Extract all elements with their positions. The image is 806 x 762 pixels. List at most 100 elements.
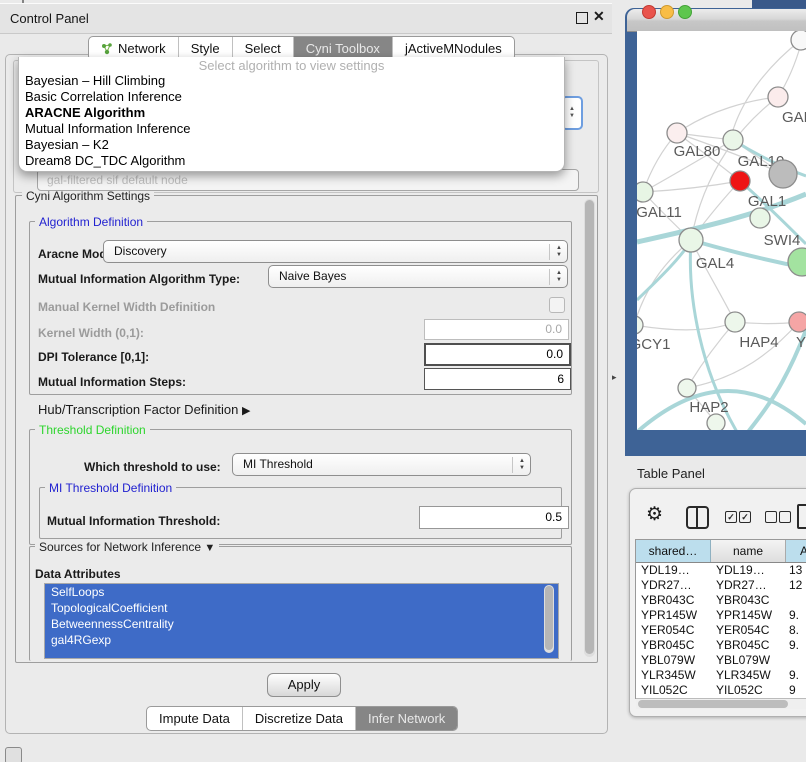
manual-kernel-checkbox[interactable]	[549, 297, 565, 313]
table-row[interactable]: YBR043CYBR043C	[636, 593, 806, 608]
tab-infer-network[interactable]: Infer Network	[355, 707, 457, 730]
mi-threshold-group-title: MI Threshold Definition	[45, 481, 176, 495]
data-attributes-list[interactable]: SelfLoopsTopologicalCoefficientBetweenne…	[44, 583, 559, 659]
hub-label-text: Hub/Transcription Factor Definition	[38, 402, 238, 417]
network-node-gal80[interactable]	[667, 123, 687, 143]
close-icon[interactable]: ✕	[593, 8, 605, 25]
node-label-y: Y	[796, 334, 806, 351]
aracne-mode-combo[interactable]: Discovery ▲▼	[103, 240, 568, 263]
network-edge[interactable]	[643, 181, 740, 192]
deselect-all-checkbox-icon[interactable]	[779, 511, 791, 523]
float-window-icon[interactable]	[576, 12, 588, 24]
mi-threshold-field[interactable]: 0.5	[419, 506, 569, 529]
dropdown-item-bayesian-k2[interactable]: Bayesian – K2	[19, 137, 564, 153]
threshold-definition-title: Threshold Definition	[35, 423, 150, 437]
attr-item-partial[interactable]	[45, 648, 558, 658]
settings-scrollbar[interactable]	[584, 199, 595, 657]
tab-impute-data-label: Impute Data	[159, 707, 230, 730]
docked-panel-icon[interactable]	[5, 747, 22, 762]
select-all-checkbox-icon[interactable]: ✓	[725, 511, 737, 523]
minimize-traffic-light-icon[interactable]	[660, 5, 674, 19]
node-label-swi4: SWI4	[764, 232, 801, 249]
table-row[interactable]: YLR345WYLR345W9.	[636, 668, 806, 683]
zoom-traffic-light-icon[interactable]	[678, 5, 692, 19]
network-node[interactable]	[769, 160, 797, 188]
column-header-a[interactable]: A	[786, 540, 806, 562]
dropdown-item-basic-correlation-inference[interactable]: Basic Correlation Inference	[19, 89, 564, 105]
document-icon[interactable]	[797, 504, 806, 529]
network-node-hap2[interactable]	[678, 379, 696, 397]
dropdown-item-dream8-dc-tdc-algorithm[interactable]: Dream8 DC_TDC Algorithm	[19, 153, 564, 169]
table-cell: YDR27…	[711, 578, 786, 593]
node-table: shared…nameA YDL19…YDL19…13YDR27…YDR27…1…	[635, 539, 806, 699]
table-cell: 9.	[786, 608, 806, 623]
split-columns-icon[interactable]	[686, 506, 709, 529]
table-row[interactable]: YPR145WYPR145W9.	[636, 608, 806, 623]
network-node[interactable]	[791, 31, 806, 50]
network-node-gal4[interactable]	[679, 228, 703, 252]
dpi-tolerance-label: DPI Tolerance [0,1]:	[38, 350, 149, 364]
table-cell: YPR145W	[711, 608, 786, 623]
table-cell: YLR345W	[636, 668, 711, 683]
column-header-shared[interactable]: shared…	[636, 540, 711, 562]
tab-discretize-data[interactable]: Discretize Data	[242, 707, 355, 730]
table-row[interactable]: YER054CYER054C8.	[636, 623, 806, 638]
network-node[interactable]	[707, 414, 725, 430]
attr-item-selfloops[interactable]: SelfLoops	[45, 584, 558, 600]
table-row[interactable]: YDL19…YDL19…13	[636, 563, 806, 578]
table-cell: YBR043C	[636, 593, 711, 608]
network-node-gal1[interactable]	[730, 171, 750, 191]
column-header-name[interactable]: name	[711, 540, 786, 562]
network-edge[interactable]	[637, 322, 735, 330]
dropdown-item-aracne-algorithm[interactable]: ARACNE Algorithm	[19, 105, 564, 121]
apply-button[interactable]: Apply	[267, 673, 341, 697]
network-node-swi4[interactable]	[750, 208, 770, 228]
select-all-checkbox-icon[interactable]: ✓	[739, 511, 751, 523]
network-node-gal10[interactable]	[723, 130, 743, 150]
mi-steps-field[interactable]: 6	[424, 368, 571, 390]
table-row[interactable]: YDR27…YDR27…12	[636, 578, 806, 593]
table-row[interactable]: YBR045CYBR045C9.	[636, 638, 806, 653]
network-edge[interactable]	[637, 241, 691, 300]
deselect-all-checkbox-icon[interactable]	[765, 511, 777, 523]
which-threshold-combo[interactable]: MI Threshold ▲▼	[232, 453, 531, 476]
mi-type-combo[interactable]: Naive Bayes ▲▼	[268, 265, 568, 288]
sources-title[interactable]: Sources for Network Inference ▼	[35, 540, 219, 554]
network-edge[interactable]	[677, 97, 778, 133]
tab-impute-data[interactable]: Impute Data	[147, 707, 242, 730]
dpi-tolerance-field[interactable]: 0.0	[424, 343, 571, 366]
node-label-gal80: GAL80	[674, 143, 721, 160]
network-node-gal[interactable]	[768, 87, 788, 107]
attr-item-betweennesscentrality[interactable]: BetweennessCentrality	[45, 616, 558, 632]
table-cell: YBR045C	[711, 638, 786, 653]
hub-definition-label[interactable]: Hub/Transcription Factor Definition ▶	[38, 402, 250, 417]
stepper-up-icon: ▲	[569, 106, 575, 113]
network-node-gcy1[interactable]	[637, 316, 643, 334]
sources-title-text: Sources for Network Inference	[39, 540, 201, 554]
dropdown-item-bayesian-hill-climbing[interactable]: Bayesian – Hill Climbing	[19, 73, 564, 89]
gear-icon[interactable]: ⚙	[646, 503, 663, 526]
data-table-combo[interactable]: gal-filtered sif default node	[37, 169, 579, 191]
close-traffic-light-icon[interactable]	[642, 5, 656, 19]
panel-resize-handle[interactable]: ▸	[612, 372, 617, 383]
table-row[interactable]: YBL079WYBL079W	[636, 653, 806, 668]
kernel-width-field[interactable]: 0.0	[424, 319, 569, 340]
table-horizontal-scrollbar[interactable]	[636, 698, 806, 709]
attr-item-topologicalcoefficient[interactable]: TopologicalCoefficient	[45, 600, 558, 616]
attr-list-scrollbar[interactable]	[544, 585, 554, 653]
table-header-row: shared…nameA	[636, 540, 806, 563]
network-node-hap4[interactable]	[725, 312, 745, 332]
network-canvas[interactable]: GALGAL80GAL10GAL1GAL11SWI4GAL4GCY1HAP4YH…	[637, 31, 806, 430]
network-node-y[interactable]	[789, 312, 806, 332]
network-node[interactable]	[788, 248, 806, 276]
node-label-gal: GAL	[782, 109, 806, 126]
network-node-gal11[interactable]	[637, 182, 653, 202]
collapse-arrow-icon[interactable]: ▼	[204, 542, 215, 554]
table-row[interactable]: YIL052CYIL052C9	[636, 683, 806, 698]
attr-item-gal4rgexp[interactable]: gal4RGexp	[45, 632, 558, 648]
table-cell: YBR045C	[636, 638, 711, 653]
table-cell: 9.	[786, 638, 806, 653]
expand-arrow-icon[interactable]: ▶	[242, 405, 250, 417]
dropdown-item-mutual-information-inference[interactable]: Mutual Information Inference	[19, 121, 564, 137]
which-threshold-label: Which threshold to use:	[84, 460, 221, 474]
